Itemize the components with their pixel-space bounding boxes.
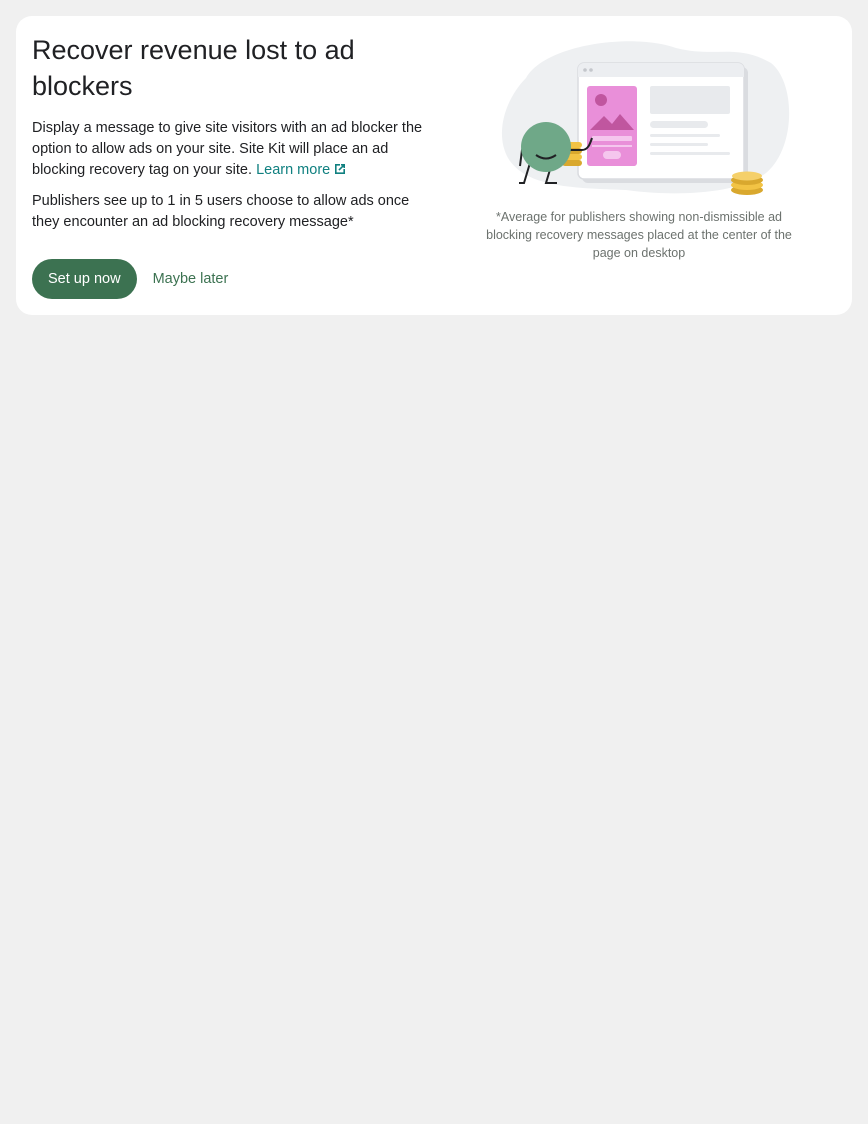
footnote: *Average for publishers showing non-dism… <box>486 210 792 260</box>
card-content: Recover revenue lost to ad blockers Disp… <box>32 32 432 233</box>
learn-more-link[interactable]: Learn more <box>256 162 347 178</box>
card-actions: Set up now Maybe later <box>32 259 236 299</box>
card-title: Recover revenue lost to ad blockers <box>32 35 355 101</box>
ad-blocking-recovery-illustration <box>501 41 790 195</box>
ad-blocking-recovery-card: Recover revenue lost to ad blockers Disp… <box>16 16 852 315</box>
maybe-later-button[interactable]: Maybe later <box>145 259 237 299</box>
external-link-icon <box>335 164 346 174</box>
stat-text: Publishers see up to 1 in 5 users choose… <box>32 193 410 230</box>
coin-stack-right <box>731 171 763 195</box>
set-up-now-button[interactable]: Set up now <box>32 259 137 299</box>
learn-more-label: Learn more <box>256 162 331 178</box>
card-description: Display a message to give site visitors … <box>32 118 432 181</box>
description-text: Display a message to give site visitors … <box>32 120 423 178</box>
